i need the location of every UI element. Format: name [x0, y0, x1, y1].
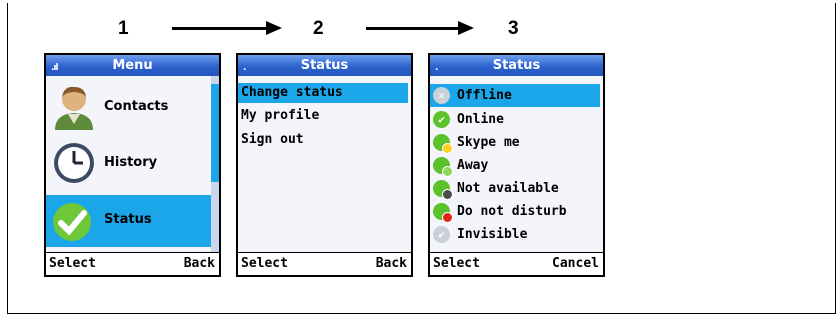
- phone-screen-status-list: . Status ✕ Offline ✔ Online Skype me Awa…: [428, 53, 605, 277]
- status-check-icon: [53, 203, 91, 241]
- status-option-label: Skype me: [457, 135, 520, 150]
- clock-icon: [54, 143, 94, 183]
- title-bar: .ıl Menu: [46, 55, 219, 76]
- step-number-1: 1: [118, 18, 129, 39]
- skype-me-icon: [433, 134, 453, 154]
- status-option-online[interactable]: ✔ Online: [430, 108, 603, 131]
- screen-title: Menu: [112, 58, 153, 73]
- status-option-label: Away: [457, 158, 489, 173]
- screen-title: Status: [492, 58, 541, 73]
- softkey-bar: Select Back: [46, 252, 219, 275]
- menu-item-contacts[interactable]: Contacts: [46, 82, 212, 134]
- menu-item-label: Contacts: [104, 99, 169, 114]
- status-option-label: Offline: [457, 88, 512, 103]
- arrow-1-to-2: [172, 21, 282, 35]
- status-option-away[interactable]: Away: [430, 154, 603, 177]
- softkey-bar: Select Back: [238, 252, 411, 275]
- phone-screen-menu: .ıl Menu Contacts History Status Select …: [44, 53, 221, 277]
- offline-icon: ✕: [433, 87, 450, 104]
- title-bar: . Status: [238, 55, 411, 76]
- list-item-change-status[interactable]: Change status: [238, 83, 408, 103]
- phone-screen-status-menu: . Status Change status My profile Sign o…: [236, 53, 413, 277]
- list-item-sign-out[interactable]: Sign out: [238, 130, 411, 150]
- step-number-2: 2: [313, 18, 324, 39]
- signal-strength-icon: .: [243, 63, 247, 73]
- back-softkey[interactable]: Back: [184, 253, 215, 274]
- away-clock-icon: [433, 157, 453, 177]
- arrow-2-to-3: [366, 21, 474, 35]
- invisible-icon: ✔: [433, 226, 450, 243]
- menu-item-label: Status: [104, 212, 152, 227]
- status-option-label: Do not disturb: [457, 204, 567, 219]
- select-softkey[interactable]: Select: [433, 253, 480, 274]
- select-softkey[interactable]: Select: [49, 253, 96, 274]
- status-option-label: Invisible: [457, 227, 528, 242]
- menu-item-history[interactable]: History: [46, 138, 212, 190]
- status-option-label: Online: [457, 112, 504, 127]
- status-option-not-available[interactable]: Not available: [430, 177, 603, 200]
- status-option-skype-me[interactable]: Skype me: [430, 131, 603, 154]
- status-option-label: Not available: [457, 181, 559, 196]
- scrollbar-thumb[interactable]: [211, 84, 219, 182]
- online-check-icon: ✔: [433, 111, 450, 128]
- contact-person-icon: [55, 86, 93, 130]
- list-item-my-profile[interactable]: My profile: [238, 106, 411, 126]
- menu-item-status[interactable]: Status: [46, 195, 212, 247]
- step-number-3: 3: [508, 18, 519, 39]
- scrollbar[interactable]: [211, 76, 219, 253]
- select-softkey[interactable]: Select: [241, 253, 288, 274]
- menu-item-label: History: [104, 155, 158, 170]
- title-bar: . Status: [430, 55, 603, 76]
- signal-strength-icon: .: [435, 63, 439, 73]
- status-option-invisible[interactable]: ✔ Invisible: [430, 223, 603, 246]
- back-softkey[interactable]: Back: [376, 253, 407, 274]
- status-option-offline[interactable]: ✕ Offline: [430, 84, 600, 107]
- do-not-disturb-icon: [433, 203, 453, 223]
- signal-strength-icon: .ıl: [51, 63, 59, 73]
- not-available-icon: [433, 180, 453, 200]
- cancel-softkey[interactable]: Cancel: [552, 253, 599, 274]
- screen-title: Status: [300, 58, 349, 73]
- softkey-bar: Select Cancel: [430, 252, 603, 275]
- status-option-do-not-disturb[interactable]: Do not disturb: [430, 200, 603, 223]
